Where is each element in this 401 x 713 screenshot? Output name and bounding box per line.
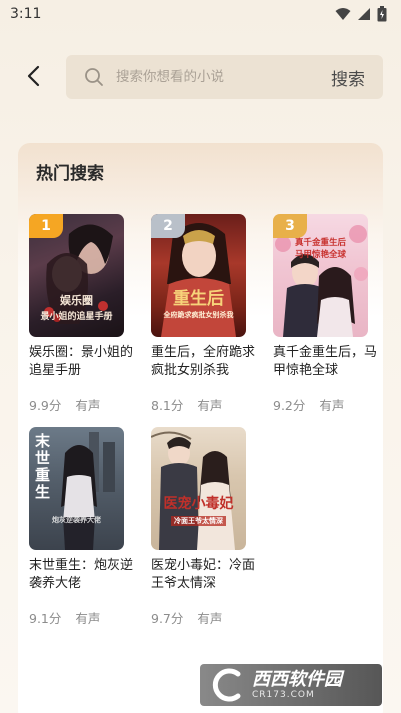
cover-title: 医宠小毒妃 xyxy=(163,496,234,512)
cover-subtitle: 马甲惊艳全球 xyxy=(294,250,346,260)
watermark-text: 西西软件园 xyxy=(252,669,342,690)
book-meta: 9.2分 有声 xyxy=(273,395,381,414)
cover-title: 重生后 xyxy=(173,289,224,309)
watermark-logo-icon xyxy=(212,668,241,702)
book-title: 重生后，全府跪求疯批女别杀我 xyxy=(151,345,256,378)
book-meta: 9.7分 有声 xyxy=(151,608,259,627)
book-cover: 重生后 全府跪求疯批女别杀我 2 xyxy=(151,214,246,337)
status-icons xyxy=(335,6,387,22)
rank-badge: 1 xyxy=(29,214,63,238)
book-title: 娱乐圈：景小姐的追星手册 xyxy=(29,345,134,378)
status-time: 3:11 xyxy=(10,6,42,22)
watermark-url: CR173.COM xyxy=(252,690,315,700)
wifi-icon xyxy=(335,8,351,20)
book-audio-tag: 有声 xyxy=(197,398,223,413)
book-item[interactable]: 娱乐圈 景小姐的追星手册 1 娱乐圈：景小姐的追星手册 9.9分 有声 xyxy=(29,214,137,414)
book-audio-tag: 有声 xyxy=(75,398,101,413)
rank-badge: 3 xyxy=(273,214,307,238)
battery-icon xyxy=(377,6,387,22)
back-arrow-icon xyxy=(27,65,40,87)
search-input[interactable] xyxy=(116,69,331,85)
cover-subtitle: 炮灰逆袭养大佬 xyxy=(52,515,101,524)
book-score: 9.1分 xyxy=(29,611,62,626)
cover-art xyxy=(151,431,235,550)
book-item[interactable]: 真千金重生后 马甲惊艳全球 3 真千金重生后，马甲惊艳全球 9.2分 有声 xyxy=(273,214,381,414)
book-meta: 9.9分 有声 xyxy=(29,395,137,414)
book-score: 9.7分 xyxy=(151,611,184,626)
book-cover: 医宠小毒妃 冷面王爷太情深 xyxy=(151,427,246,550)
book-meta: 8.1分 有声 xyxy=(151,395,259,414)
signal-icon xyxy=(358,8,370,20)
watermark: 西西软件园 CR173.COM xyxy=(200,664,382,706)
book-score: 9.2分 xyxy=(273,398,306,413)
book-title: 末世重生：炮灰逆袭养大佬 xyxy=(29,558,134,591)
search-box: 搜索 xyxy=(66,55,383,99)
book-score: 8.1分 xyxy=(151,398,184,413)
hot-search-card: 热门搜索 娱乐圈 景小姐的追星手册 1 娱乐圈：景小姐的追星手册 9.9分 有声 xyxy=(18,143,383,713)
section-title: 热门搜索 xyxy=(36,164,104,184)
book-cover: 娱乐圈 景小姐的追星手册 1 xyxy=(29,214,124,337)
book-title: 真千金重生后，马甲惊艳全球 xyxy=(273,345,378,378)
back-button[interactable] xyxy=(20,62,46,90)
search-button[interactable]: 搜索 xyxy=(331,65,365,90)
cover-subtitle: 全府跪求疯批女别杀我 xyxy=(163,310,234,319)
book-item[interactable]: 医宠小毒妃 冷面王爷太情深 医宠小毒妃：冷面王爷太情深 9.7分 有声 xyxy=(151,427,259,627)
cover-title: 娱乐圈 xyxy=(60,294,93,307)
header: 搜索 xyxy=(0,52,401,100)
book-item[interactable]: 末世重生 炮灰逆袭养大佬 末世重生：炮灰逆袭养大佬 9.1分 有声 xyxy=(29,427,137,627)
cover-subtitle: 冷面王爷太情深 xyxy=(171,516,226,526)
book-audio-tag: 有声 xyxy=(75,611,101,626)
cover-subtitle: 景小姐的追星手册 xyxy=(40,312,113,322)
book-audio-tag: 有声 xyxy=(197,611,223,626)
rank-badge: 2 xyxy=(151,214,185,238)
book-meta: 9.1分 有声 xyxy=(29,608,137,627)
cover-title: 末世重生 xyxy=(35,432,51,501)
book-audio-tag: 有声 xyxy=(319,398,345,413)
book-cover: 末世重生 炮灰逆袭养大佬 xyxy=(29,427,124,550)
search-icon xyxy=(85,68,103,86)
book-item[interactable]: 重生后 全府跪求疯批女别杀我 2 重生后，全府跪求疯批女别杀我 8.1分 有声 xyxy=(151,214,259,414)
book-score: 9.9分 xyxy=(29,398,62,413)
status-bar: 3:11 xyxy=(0,0,401,28)
book-title: 医宠小毒妃：冷面王爷太情深 xyxy=(151,558,256,591)
book-cover: 真千金重生后 马甲惊艳全球 3 xyxy=(273,214,368,337)
